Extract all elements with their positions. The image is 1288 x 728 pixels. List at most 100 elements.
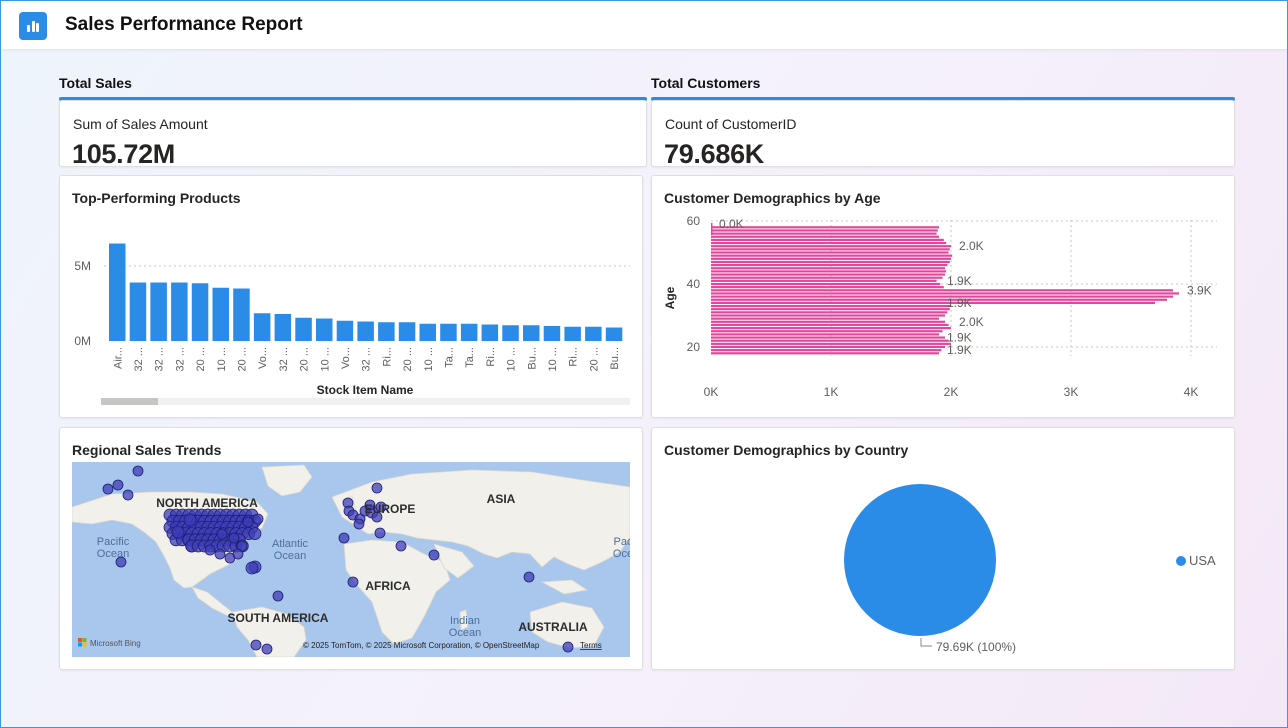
horizontal-scrollbar-thumb	[101, 398, 158, 405]
total-sales-value: 105.72M	[72, 139, 175, 169]
product-bar	[419, 323, 436, 341]
sales-location-point	[245, 561, 259, 575]
age-bar	[711, 241, 947, 245]
atlantic-ocean-label: Atlantic	[272, 538, 309, 550]
age-bar	[711, 257, 951, 260]
age-bar	[711, 320, 945, 323]
age-bar	[711, 279, 937, 282]
age-bar	[711, 226, 939, 229]
product-bar	[212, 287, 229, 341]
x-tick-label: Ri...	[485, 347, 497, 367]
total-customers-card[interactable]: Count of CustomerID 79.686K	[651, 100, 1235, 169]
top-products-chart: 0M 5M Air... 32 ... 32 ... 32 ... 20 ... 10 ...…	[74, 243, 630, 405]
age-bar	[711, 330, 943, 333]
product-bar	[253, 313, 271, 341]
age-bar	[711, 235, 939, 238]
x-tick-label: 20 ...	[236, 347, 248, 371]
sales-location-point	[112, 479, 124, 491]
sales-location-point	[183, 513, 197, 527]
pie-data-label: 79.69K (100%)	[936, 640, 1016, 654]
age-data-label: 2.0K	[959, 239, 984, 253]
age-bar	[711, 260, 950, 264]
south-america-label: SOUTH AMERICA	[228, 611, 329, 625]
age-demographics-card[interactable]: Customer Demographics by Age 0K 1K 2K 3K 4K 2…	[651, 175, 1235, 418]
age-bar	[711, 267, 945, 270]
sales-location-point	[272, 590, 284, 602]
bing-attribution: Microsoft Bing	[90, 639, 141, 648]
top-products-card[interactable]: Top-Performing Products 0M 5M Air... 32 ...…	[59, 175, 643, 418]
regional-sales-card[interactable]: Regional Sales Trends NORTH AMERICA EUROP…	[59, 427, 643, 670]
product-bar	[481, 324, 499, 341]
sales-location-point	[562, 641, 574, 653]
europe-label: EUROPE	[365, 502, 416, 516]
sales-location-point	[395, 540, 407, 552]
product-bar	[502, 325, 519, 341]
pie-slice-usa	[844, 484, 996, 636]
age-bar	[711, 273, 945, 276]
x-tick-label: 4K	[1184, 385, 1199, 399]
x-tick-label: Ta...	[464, 347, 476, 368]
age-bar	[711, 352, 939, 355]
product-bar	[150, 282, 167, 341]
y-tick-label: 0M	[74, 334, 91, 348]
product-bar	[129, 282, 147, 341]
land-mass	[261, 464, 313, 497]
y-tick-label: 20	[687, 340, 701, 354]
map-terms-link[interactable]: Terms	[580, 641, 602, 650]
age-bar	[711, 254, 953, 257]
x-tick-label: 20 ...	[588, 347, 600, 371]
age-bar	[711, 270, 947, 273]
country-demographics-card[interactable]: Customer Demographics by Country 79.69K …	[651, 427, 1235, 670]
sales-location-point	[428, 549, 440, 561]
bing-logo-icon	[78, 638, 82, 642]
x-tick-label: Bu...	[526, 347, 538, 370]
y-tick-label: 60	[687, 214, 701, 228]
sales-location-point	[250, 639, 262, 651]
sales-location-point	[523, 571, 535, 583]
sales-location-point	[216, 528, 228, 540]
country-demographics-chart: 79.69K (100%) USA	[844, 484, 1216, 654]
age-bar	[711, 276, 943, 279]
x-tick-label: 10 ...	[506, 347, 518, 371]
x-tick-label: Ri...	[568, 347, 580, 367]
age-bar	[711, 229, 938, 232]
bing-logo-icon	[78, 642, 82, 647]
sales-location-point	[353, 518, 365, 530]
product-bar	[523, 325, 540, 341]
product-bar	[440, 323, 457, 341]
product-bar	[605, 327, 623, 341]
total-sales-card[interactable]: Sum of Sales Amount 105.72M	[59, 100, 647, 169]
age-data-label: 1.9K	[947, 274, 972, 288]
age-bar	[711, 317, 939, 320]
x-tick-label: 3K	[1064, 385, 1079, 399]
sales-location-point	[338, 532, 350, 544]
age-bar	[711, 264, 948, 267]
legend-marker-usa	[1176, 556, 1186, 566]
sales-location-point	[252, 513, 264, 525]
bar-chart-icon	[19, 12, 47, 40]
pie-leader-line	[920, 638, 932, 647]
legend-label-usa[interactable]: USA	[1189, 553, 1216, 568]
sales-location-point	[371, 482, 383, 494]
land-mass	[191, 586, 233, 617]
sales-location-point	[204, 544, 216, 556]
product-bar	[585, 326, 602, 341]
total-customers-section-title: Total Customers	[651, 75, 761, 91]
x-tick-label: 32 ...	[361, 347, 373, 371]
age-data-label: 1.9K	[947, 296, 972, 310]
product-bar	[378, 322, 395, 341]
age-bar-zero	[711, 223, 713, 235]
regional-sales-map[interactable]: NORTH AMERICA EUROPE ASIA AFRICA SOUTH AMERI…	[72, 462, 630, 657]
indian-ocean-label: Ocean	[449, 627, 481, 639]
total-sales-section-title: Total Sales	[59, 75, 132, 91]
x-tick-label: 20 ...	[299, 347, 311, 371]
x-tick-label: Ri...	[381, 347, 393, 367]
top-bar: Sales Performance Report	[1, 1, 1287, 49]
age-bar	[711, 301, 1155, 304]
y-axis-title: Age	[663, 286, 677, 309]
product-bar	[357, 321, 374, 341]
y-tick-label: 40	[687, 277, 701, 291]
sales-location-point	[232, 548, 244, 560]
age-data-label: 3.9K	[1187, 283, 1212, 297]
world-map: NORTH AMERICA EUROPE ASIA AFRICA SOUTH AMERI…	[72, 464, 630, 657]
